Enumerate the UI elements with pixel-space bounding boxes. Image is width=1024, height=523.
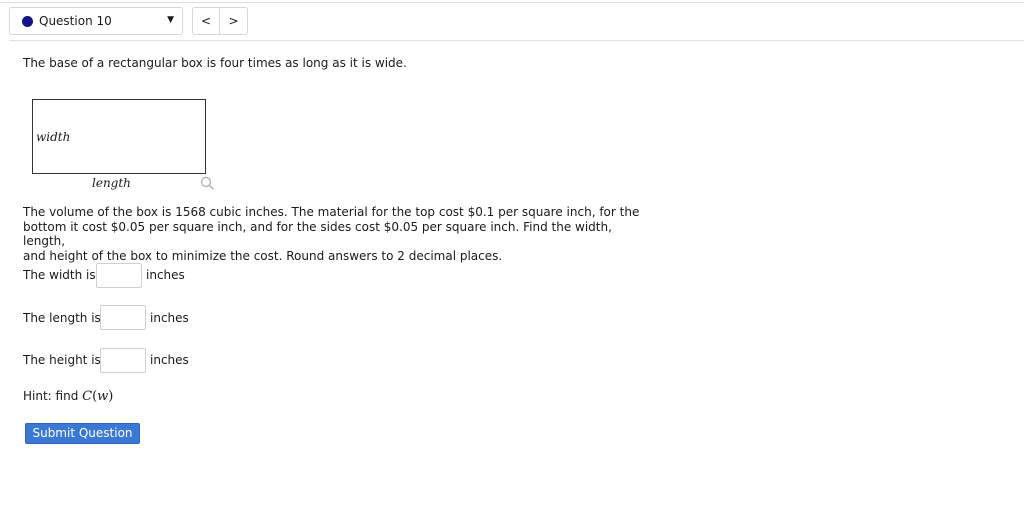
next-question-button[interactable]: > [220, 7, 248, 35]
submit-question-button[interactable]: Submit Question [25, 423, 140, 444]
question-label: Question 10 [39, 14, 112, 28]
height-unit: inches [150, 353, 189, 367]
magnifier-icon[interactable] [200, 176, 216, 193]
hint-text: Hint: find C(w) [23, 389, 114, 404]
problem-line: bottom it cost $0.05 per square inch, an… [23, 219, 612, 249]
height-answer-input[interactable] [100, 348, 146, 373]
hint-prefix: Hint: find [23, 389, 83, 403]
width-unit: inches [146, 268, 185, 282]
hint-argument: w [97, 389, 109, 404]
hint-function: C [82, 389, 93, 404]
chevron-down-icon: ▼ [167, 15, 174, 25]
problem-line: and height of the box to minimize the co… [23, 248, 503, 263]
question-divider [9, 40, 1024, 41]
problem-paragraph: The volume of the box is 1568 cubic inch… [23, 205, 643, 263]
length-answer-label: The length is [23, 311, 101, 325]
figure-length-label: length [92, 176, 131, 190]
previous-question-button[interactable]: < [192, 7, 220, 35]
problem-intro: The base of a rectangular box is four ti… [23, 56, 407, 70]
problem-line: The volume of the box is 1568 cubic inch… [23, 205, 640, 219]
length-answer-input[interactable] [100, 305, 146, 330]
width-answer-input[interactable] [96, 263, 142, 288]
width-answer-label: The width is [23, 268, 96, 282]
height-answer-label: The height is [23, 353, 101, 367]
status-dot-icon [22, 16, 33, 27]
top-divider [0, 2, 1024, 3]
question-selector[interactable]: Question 10 ▼ [9, 7, 183, 35]
length-unit: inches [150, 311, 189, 325]
figure-width-label: width [36, 130, 71, 144]
